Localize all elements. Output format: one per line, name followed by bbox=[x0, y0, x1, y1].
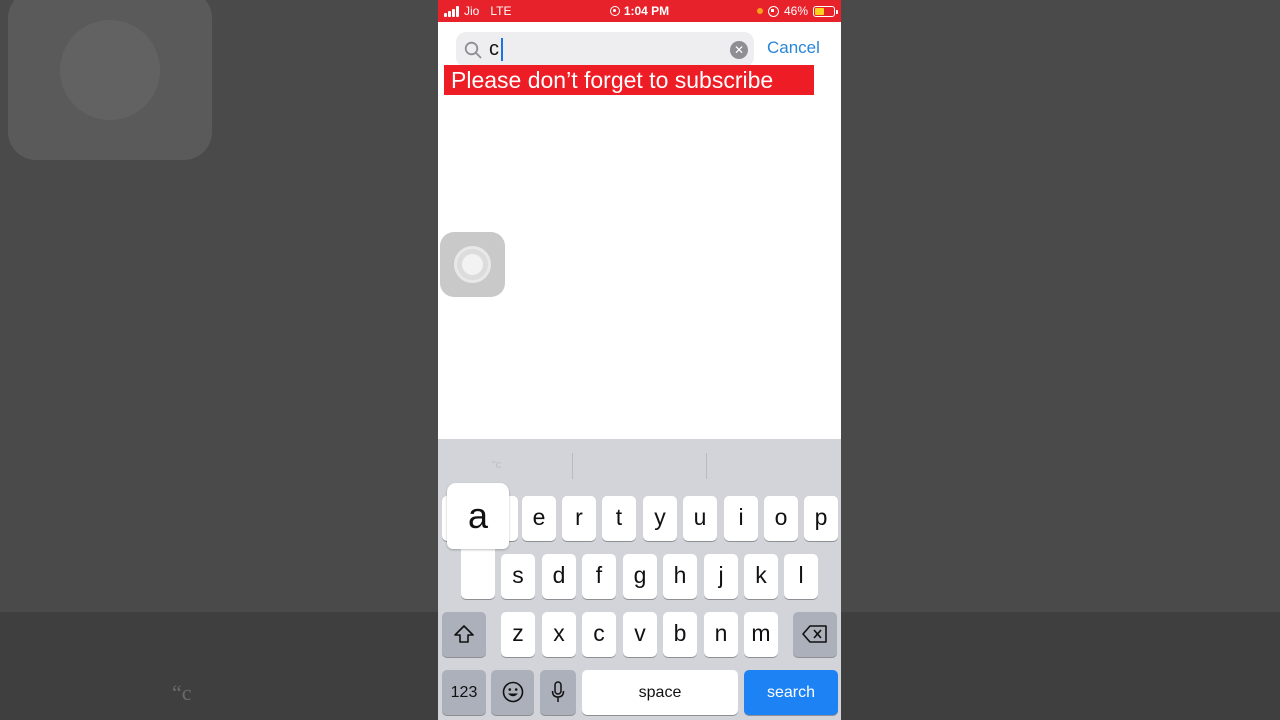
key-x[interactable]: x bbox=[542, 612, 576, 657]
microphone-icon bbox=[551, 681, 565, 702]
assistive-touch-button[interactable] bbox=[440, 232, 505, 297]
key-e[interactable]: e bbox=[522, 496, 556, 541]
screen-record-icon bbox=[609, 6, 620, 16]
key-o[interactable]: o bbox=[764, 496, 798, 541]
text-caret bbox=[501, 38, 503, 61]
key-u[interactable]: u bbox=[683, 496, 717, 541]
prediction-divider bbox=[572, 453, 573, 479]
key-j[interactable]: j bbox=[704, 554, 738, 599]
key-d[interactable]: d bbox=[542, 554, 576, 599]
space-key[interactable]: space bbox=[582, 670, 738, 715]
key-popup: a bbox=[447, 483, 509, 599]
battery-percent: 46% bbox=[783, 4, 808, 18]
key-t[interactable]: t bbox=[602, 496, 636, 541]
dictation-key[interactable] bbox=[540, 670, 576, 715]
key-c[interactable]: c bbox=[582, 612, 616, 657]
status-bar: Jio LTE 1:04 PM 46% bbox=[438, 0, 841, 22]
key-b[interactable]: b bbox=[663, 612, 697, 657]
key-f[interactable]: f bbox=[582, 554, 616, 599]
cancel-button[interactable]: Cancel bbox=[767, 38, 820, 58]
status-right: 46% bbox=[756, 4, 838, 18]
background-quote-mark: “c bbox=[172, 680, 192, 705]
search-icon bbox=[464, 41, 482, 59]
backspace-icon bbox=[802, 625, 827, 643]
key-v[interactable]: v bbox=[623, 612, 657, 657]
battery-icon bbox=[813, 5, 838, 17]
status-time: 1:04 PM bbox=[623, 4, 670, 18]
key-i[interactable]: i bbox=[724, 496, 758, 541]
orientation-lock-icon bbox=[767, 5, 779, 17]
emoji-key[interactable] bbox=[491, 670, 534, 715]
key-p[interactable]: p bbox=[804, 496, 838, 541]
prediction-1[interactable]: “c bbox=[492, 459, 501, 471]
emoji-icon bbox=[502, 681, 523, 703]
backspace-key[interactable] bbox=[793, 612, 837, 657]
background-tile bbox=[8, 0, 212, 160]
key-z[interactable]: z bbox=[501, 612, 535, 657]
keyboard: “c e r t y u i o p s d f g h j k l z x c… bbox=[438, 439, 841, 720]
clear-text-icon[interactable]: ✕ bbox=[730, 41, 748, 59]
search-key[interactable]: search bbox=[744, 670, 838, 715]
assistive-touch-core bbox=[462, 254, 483, 275]
key-r[interactable]: r bbox=[562, 496, 596, 541]
mic-indicator-icon bbox=[756, 8, 763, 14]
shift-key[interactable] bbox=[442, 612, 486, 657]
key-m[interactable]: m bbox=[744, 612, 778, 657]
key-n[interactable]: n bbox=[704, 612, 738, 657]
subscribe-banner: Please don’t forget to subscribe bbox=[444, 65, 814, 95]
numbers-key[interactable]: 123 bbox=[442, 670, 486, 715]
key-popup-letter: a bbox=[447, 483, 509, 549]
search-input[interactable] bbox=[489, 36, 724, 63]
prediction-divider bbox=[706, 453, 707, 479]
battery-fill bbox=[815, 7, 825, 15]
background-tile-circle bbox=[60, 20, 160, 120]
key-y[interactable]: y bbox=[643, 496, 677, 541]
key-l[interactable]: l bbox=[784, 554, 818, 599]
key-k[interactable]: k bbox=[744, 554, 778, 599]
key-h[interactable]: h bbox=[663, 554, 697, 599]
shift-icon bbox=[454, 625, 474, 643]
phone-screen: Jio LTE 1:04 PM 46% ✕ Cancel Please don’… bbox=[438, 0, 841, 720]
key-g[interactable]: g bbox=[623, 554, 657, 599]
